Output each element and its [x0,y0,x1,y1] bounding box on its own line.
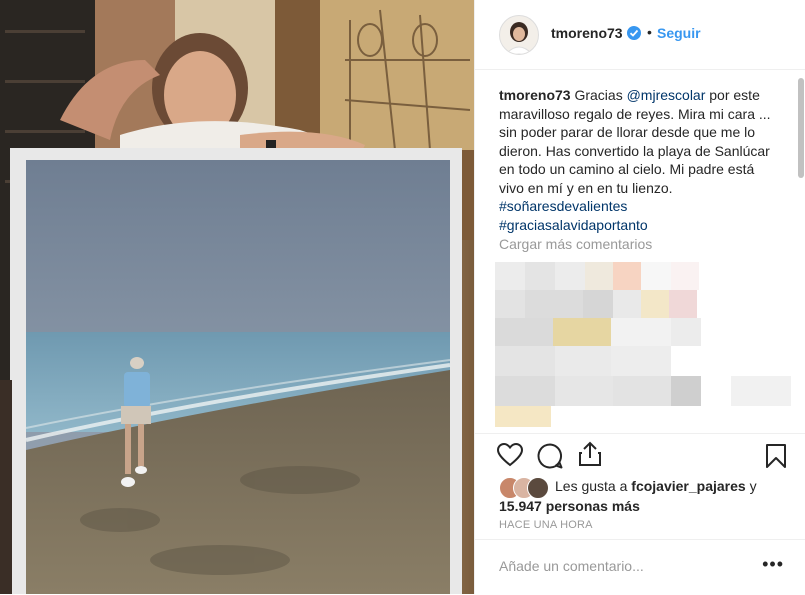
caption: tmoreno73 Gracias @mjrescolar por este m… [499,86,779,234]
action-bar [475,433,805,480]
share-icon[interactable] [578,441,602,472]
bookmark-icon[interactable] [765,443,787,474]
likes-summary: Les gusta a fcojavier_pajares y 15.947 p… [499,477,789,516]
comment-icon[interactable] [537,443,563,474]
verified-badge-icon [627,26,641,40]
liker-avatar-3 [527,477,549,500]
separator-dot: • [647,24,652,40]
post-panel: tmoreno73 • Seguir tmoreno73 Gracias @mj… [474,0,805,594]
hashtag-link-1[interactable]: #soñaresdevalientes [499,198,627,214]
heart-icon[interactable] [496,442,524,472]
liker-username[interactable]: fcojavier_pajares [631,478,745,494]
hashtag-link-2[interactable]: #graciasalavidaportanto [499,217,648,233]
follow-button[interactable]: Seguir [657,25,701,41]
liker-avatars[interactable] [499,477,551,500]
load-more-comments-button[interactable]: Cargar más comentarios [499,236,652,252]
likes-prefix: Les gusta a [555,478,632,494]
caption-username[interactable]: tmoreno73 [499,87,571,103]
likes-count[interactable]: 15.947 personas más [499,498,640,514]
mention-link[interactable]: @mjrescolar [627,87,706,103]
pixelated-comments [495,262,805,427]
add-comment-bar: Añade un comentario... ••• [475,539,805,595]
more-options-button[interactable]: ••• [762,554,784,575]
header-username[interactable]: tmoreno73 [551,25,623,41]
likes-mid: y [745,478,757,494]
caption-text-2: por este maravilloso regalo de reyes. Mi… [499,87,771,196]
comments-scrollbar[interactable] [797,72,805,432]
scrollbar-thumb[interactable] [798,78,804,178]
post-header: tmoreno73 • Seguir [475,0,805,70]
avatar[interactable] [499,15,539,55]
caption-text-1: Gracias [570,87,627,103]
post-photo-image [0,0,474,594]
post-timestamp[interactable]: HACE UNA HORA [499,519,593,531]
comment-input[interactable]: Añade un comentario... [499,558,644,574]
post-photo[interactable] [0,0,474,594]
